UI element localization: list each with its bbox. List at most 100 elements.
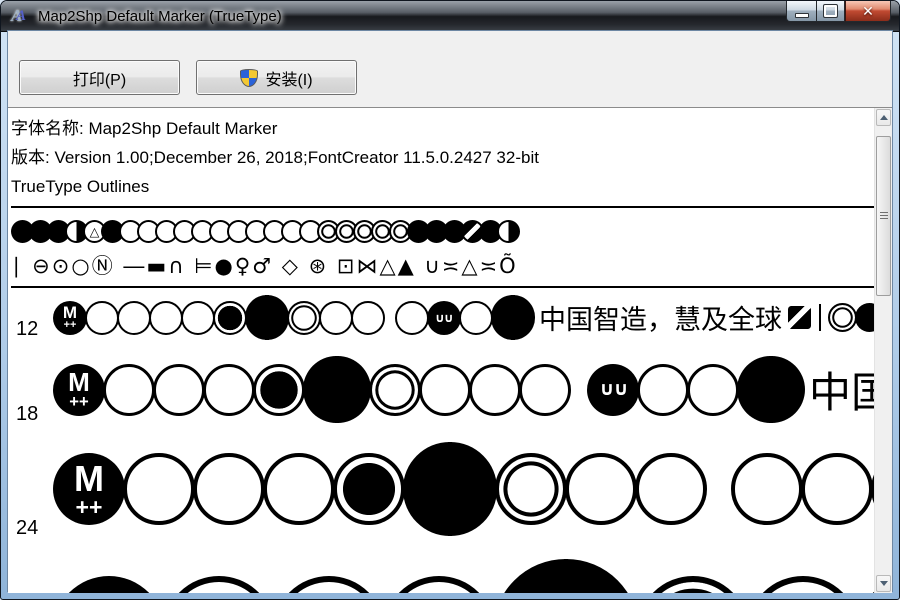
glyph-sample-row-symbols: ∣ ⊖⊙○Ⓝ ―▬∩ ⊨●♀♂ ◇ ⊛ ⊡⋈△▲ ∪≍△≍Õ: [11, 251, 874, 281]
size-sample-row: M++: [11, 546, 874, 593]
marker-o-glyph: [519, 364, 571, 416]
separator-top: [11, 206, 874, 208]
glyph-strip: M++∪∪: [53, 442, 874, 536]
marker-f-glyph: [855, 303, 874, 332]
size-sample-row: 12M++∪∪中国智造，慧及全球N: [11, 288, 874, 347]
marker-o-glyph: [319, 301, 353, 335]
window-body: 打印(P) 安装(I) 字体名称: Map2Shp Default Marker…: [8, 31, 892, 591]
install-button-label: 安装(I): [265, 66, 312, 90]
marker-o-glyph: [153, 364, 205, 416]
glyph-sample-row-circles: △: [11, 211, 874, 251]
point-size-label: 24: [11, 517, 53, 546]
marker-o-glyph: [123, 453, 195, 525]
marker-o-glyph: [193, 453, 265, 525]
scroll-down-button[interactable]: [876, 575, 891, 592]
font-name-line: 字体名称: Map2Shp Default Marker: [11, 114, 874, 143]
marker-o-glyph: [637, 364, 689, 416]
install-button[interactable]: 安装(I): [196, 60, 357, 95]
marker-o-glyph: [163, 576, 275, 593]
marker-o-glyph: [857, 576, 874, 593]
marker-d-glyph: [637, 576, 749, 593]
marker-F-glyph: [303, 356, 371, 424]
marker-o-glyph: [85, 301, 119, 335]
uac-shield-icon: [240, 69, 258, 87]
minimize-icon: [795, 13, 809, 18]
marker-gap-glyph: [705, 489, 734, 490]
glyph-strip: M++ ∪∪ 中国智造: [53, 356, 874, 424]
print-button-label: 打印(P): [73, 66, 126, 90]
marker-o-glyph: [263, 453, 335, 525]
marker-o-glyph: [383, 576, 495, 593]
scrollbar-thumb[interactable]: [876, 136, 891, 296]
marker-o-glyph: [565, 453, 637, 525]
marker-face-glyph: ∪∪: [587, 364, 639, 416]
marker-logo-glyph: M++: [53, 453, 125, 525]
marker-d-glyph: [828, 303, 857, 332]
size-sample-rows: 12M++∪∪中国智造，慧及全球N18M++∪∪中国智造24M++∪∪M++: [11, 288, 874, 593]
marker-F-glyph: [245, 295, 289, 339]
minimize-button[interactable]: [786, 1, 816, 22]
marker-logo-glyph: M++: [53, 576, 165, 593]
marker-F-glyph: [403, 442, 497, 536]
close-icon: ✕: [862, 4, 874, 18]
marker-o-glyph: [395, 301, 429, 335]
window-controls: ✕: [786, 1, 891, 22]
marker-d-glyph: [287, 301, 321, 335]
marker-o-glyph: [203, 364, 255, 416]
point-size-label: 12: [11, 318, 53, 347]
scroll-up-icon: [880, 115, 888, 120]
vertical-scrollbar[interactable]: [874, 108, 892, 593]
marker-o-glyph: [731, 453, 803, 525]
font-version-line: 版本: Version 1.00;December 26, 2018;FontC…: [11, 143, 874, 172]
marker-sq-glyph: [788, 306, 811, 329]
scrollbar-grip-icon: [880, 212, 888, 220]
marker-fdot-glyph: [213, 301, 247, 335]
marker-o-glyph: [351, 301, 385, 335]
point-size-label: 18: [11, 403, 53, 432]
marker-o-glyph: [103, 364, 155, 416]
marker-o-glyph: [687, 364, 739, 416]
marker-fdot-glyph: [253, 364, 305, 416]
toolbar: 打印(P) 安装(I): [8, 31, 892, 107]
chinese-sample-text: 中国智造，慧及全球: [539, 298, 782, 337]
marker-o-glyph: [469, 364, 521, 416]
marker-o-glyph: [459, 301, 493, 335]
marker-F-glyph: [737, 356, 805, 424]
marker-d-glyph: [369, 364, 421, 416]
marker-o-glyph: [801, 453, 873, 525]
marker-o-glyph: [117, 301, 151, 335]
close-button[interactable]: ✕: [845, 1, 891, 22]
font-preview-pane: 字体名称: Map2Shp Default Marker 版本: Version…: [8, 107, 892, 593]
font-preview-content: 字体名称: Map2Shp Default Marker 版本: Version…: [8, 108, 874, 593]
font-file-icon: A A: [11, 6, 31, 26]
marker-fdot-glyph: [333, 453, 405, 525]
marker-F-glyph: [493, 559, 639, 593]
marker-face-glyph: ∪∪: [427, 301, 461, 335]
marker-gap-glyph: [569, 389, 590, 390]
size-sample-row: 18M++ ∪∪ 中国智造: [11, 347, 874, 432]
window-title: Map2Shp Default Marker (TrueType): [38, 8, 282, 25]
scroll-up-button[interactable]: [876, 109, 891, 126]
marker-logo-glyph: M++: [53, 364, 105, 416]
marker-F-glyph: [491, 295, 535, 339]
font-viewer-window: A A Map2Shp Default Marker (TrueType) ✕ …: [0, 0, 900, 600]
marker-logo-glyph: M++: [53, 301, 87, 335]
marker-o-glyph: [149, 301, 183, 335]
title-bar[interactable]: A A Map2Shp Default Marker (TrueType) ✕: [1, 1, 899, 32]
glyph-strip: M++: [53, 559, 874, 593]
marker-o-glyph: [419, 364, 471, 416]
size-sample-row: 24M++∪∪: [11, 432, 874, 546]
restore-icon: [824, 5, 837, 17]
glyph-strip: M++∪∪中国智造，慧及全球N: [53, 295, 874, 339]
marker-o-glyph: [181, 301, 215, 335]
chinese-sample-text: 中国智造: [809, 359, 874, 420]
print-button[interactable]: 打印(P): [19, 60, 180, 95]
scroll-down-icon: [880, 581, 888, 586]
marker-d-glyph: [495, 453, 567, 525]
marker-h-glyph: [497, 220, 520, 243]
marker-o-glyph: [273, 576, 385, 593]
font-outline-line: TrueType Outlines: [11, 172, 874, 201]
marker-o-glyph: [635, 453, 707, 525]
restore-button[interactable]: [816, 1, 845, 22]
marker-o-glyph: [747, 576, 859, 593]
